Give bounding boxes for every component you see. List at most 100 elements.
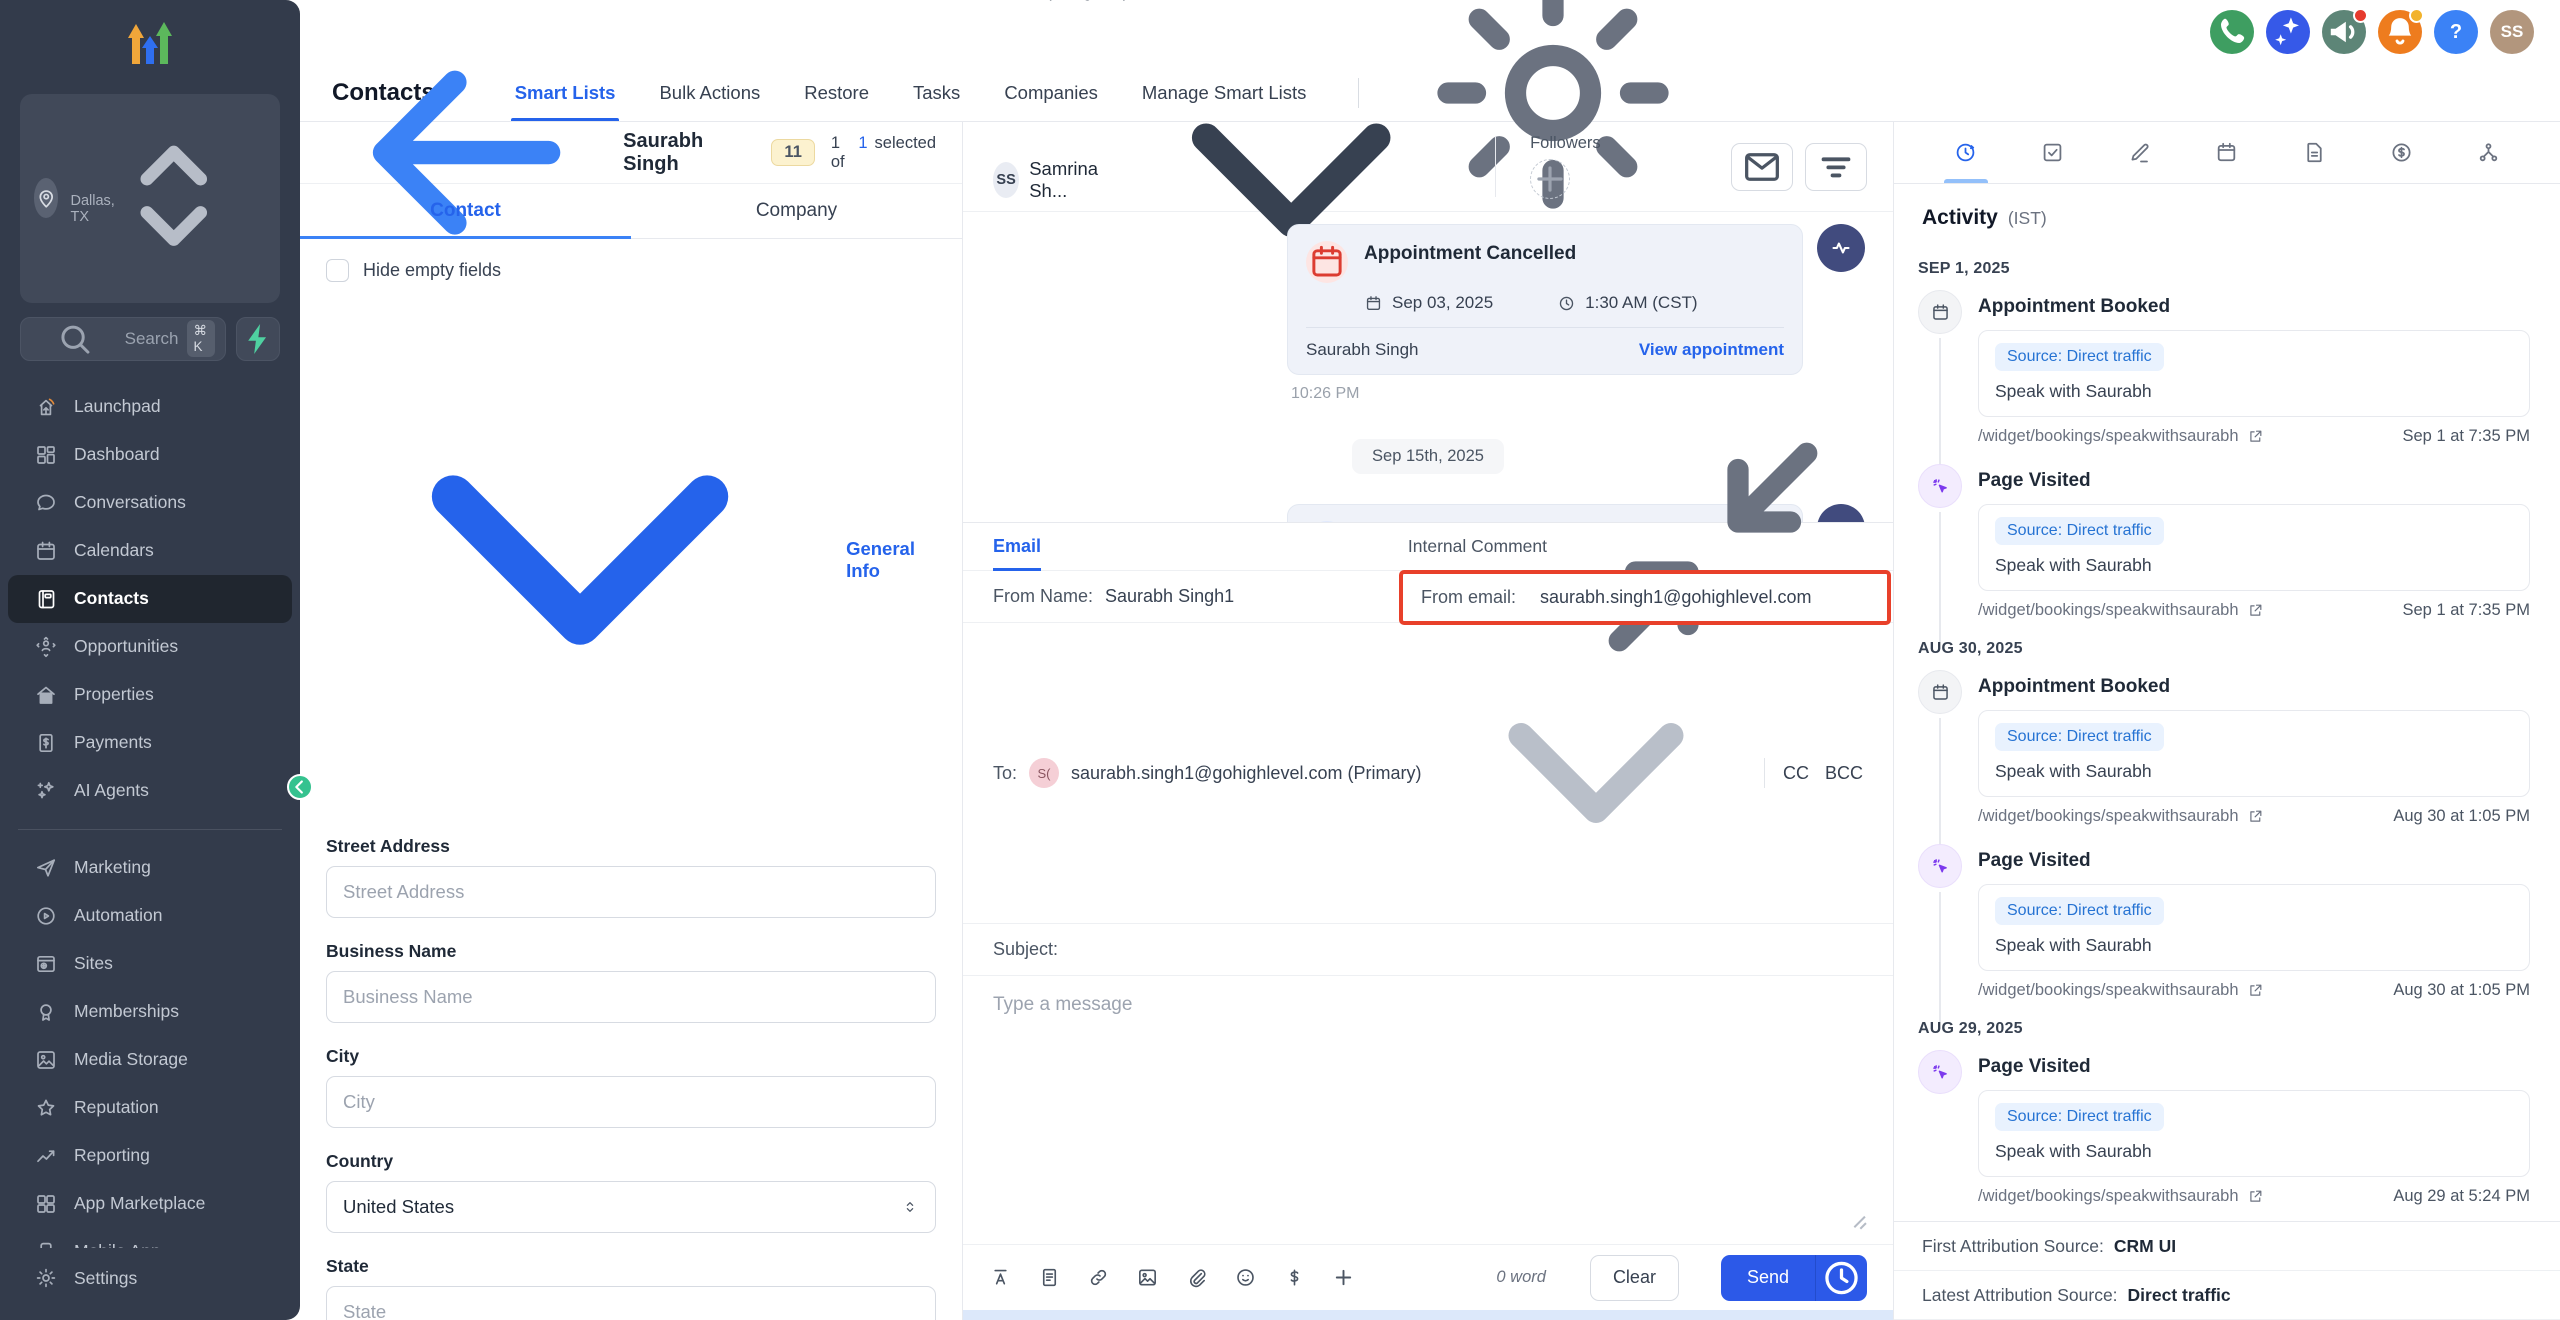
- link-icon[interactable]: [1087, 1266, 1110, 1289]
- user-avatar[interactable]: SS: [2490, 10, 2534, 54]
- format-text-icon[interactable]: [989, 1266, 1012, 1289]
- payments-tab[interactable]: [2373, 122, 2429, 183]
- documents-tab[interactable]: [2286, 122, 2342, 183]
- entry-url-link[interactable]: /widget/bookings/speakwithsaurabh: [1978, 807, 2264, 826]
- megaphone-icon[interactable]: [2322, 10, 2366, 54]
- tab-smart-lists[interactable]: Smart Lists: [515, 64, 616, 121]
- sidebar-item-dashboard[interactable]: Dashboard: [8, 431, 292, 479]
- conversations-icon: [34, 491, 58, 515]
- email-tab[interactable]: Email: [993, 523, 1041, 570]
- sidebar-collapse-button[interactable]: [287, 774, 313, 800]
- entry-url-link[interactable]: /widget/bookings/speakwithsaurabh: [1978, 601, 2264, 620]
- sidebar-item-marketing[interactable]: Marketing: [8, 844, 292, 892]
- bcc-button[interactable]: BCC: [1825, 763, 1863, 784]
- internal-comment-toggle[interactable]: Internal Comment: [1408, 536, 1547, 557]
- tab-contact[interactable]: Contact: [300, 184, 631, 238]
- sidebar-item-mobile-app[interactable]: Mobile App: [8, 1228, 292, 1248]
- tab-companies[interactable]: Companies: [1004, 64, 1098, 121]
- appointment-card[interactable]: Appointment Cancelled Sep 03, 2025 1:30 …: [1287, 224, 1803, 375]
- emoji-icon[interactable]: [1234, 1266, 1257, 1289]
- sidebar-item-calendars[interactable]: Calendars: [8, 527, 292, 575]
- phone-icon[interactable]: [2210, 10, 2254, 54]
- payment-icon[interactable]: [1283, 1266, 1306, 1289]
- source-chip: Source: Direct traffic: [1995, 517, 2164, 545]
- view-appointment-link[interactable]: View appointment: [1639, 340, 1784, 360]
- sidebar-item-sites[interactable]: Sites: [8, 940, 292, 988]
- to-value[interactable]: saurabh.singh1@gohighlevel.com (Primary): [1071, 763, 1421, 784]
- sidebar-item-ai-agents[interactable]: AI Agents: [8, 767, 292, 815]
- source-chip: Source: Direct traffic: [1995, 343, 2164, 371]
- field-input-city[interactable]: City: [326, 1076, 936, 1128]
- message-body-input[interactable]: Type a message: [963, 976, 1893, 1244]
- sidebar-item-opportunities[interactable]: Opportunities: [8, 623, 292, 671]
- compose-email-button[interactable]: [1731, 143, 1793, 191]
- contact-count-badge[interactable]: 11: [771, 139, 814, 166]
- sidebar-item-reporting[interactable]: Reporting: [8, 1132, 292, 1180]
- add-follower-button[interactable]: [1530, 159, 1570, 199]
- tab-manage-smart-lists[interactable]: Manage Smart Lists: [1142, 64, 1307, 121]
- tab-bulk-actions[interactable]: Bulk Actions: [659, 64, 760, 121]
- associations-tab[interactable]: [2460, 122, 2516, 183]
- field-select-country[interactable]: United States: [326, 1181, 936, 1233]
- clear-button[interactable]: Clear: [1590, 1255, 1679, 1301]
- sidebar-item-reputation[interactable]: Reputation: [8, 1084, 292, 1132]
- timeline-entry: Appointment Booked Source: Direct traffi…: [1916, 672, 2530, 826]
- sidebar-item-launchpad[interactable]: Launchpad: [8, 383, 292, 431]
- template-icon[interactable]: [1038, 1266, 1061, 1289]
- activity-tab[interactable]: [1938, 122, 1994, 183]
- entry-url-link[interactable]: /widget/bookings/speakwithsaurabh: [1978, 981, 2264, 1000]
- activity-heading: Activity (IST): [1894, 184, 2560, 240]
- owner-followers-row: Owner (Assign To) SS Samrina Sh... Follo…: [963, 122, 1893, 212]
- entry-title: Page Visited: [1978, 846, 2530, 872]
- entry-url-link[interactable]: /widget/bookings/speakwithsaurabh: [1978, 1187, 2264, 1206]
- field-input-state[interactable]: State: [326, 1286, 936, 1320]
- ai-sparkles-icon[interactable]: [2266, 10, 2310, 54]
- calendar-icon: [1918, 670, 1962, 714]
- subject-row[interactable]: Subject:: [963, 924, 1893, 976]
- tab-company[interactable]: Company: [631, 184, 962, 238]
- attachment-icon[interactable]: [1185, 1266, 1208, 1289]
- sidebar-item-media-storage[interactable]: Media Storage: [8, 1036, 292, 1084]
- sidebar-item-contacts[interactable]: Contacts: [8, 575, 292, 623]
- general-info-section-toggle[interactable]: General Info: [326, 306, 936, 814]
- tab-tasks[interactable]: Tasks: [913, 64, 960, 121]
- placeholder-text: Business Name: [343, 986, 473, 1008]
- cc-button[interactable]: CC: [1783, 763, 1809, 784]
- marketing-icon: [34, 856, 58, 880]
- field-input-business-name[interactable]: Business Name: [326, 971, 936, 1023]
- image-icon[interactable]: [1136, 1266, 1159, 1289]
- search-input[interactable]: Search ⌘ K: [20, 317, 226, 361]
- field-input-street-address[interactable]: Street Address: [326, 866, 936, 918]
- tasks-tab[interactable]: [2025, 122, 2081, 183]
- help-icon[interactable]: ?: [2434, 10, 2478, 54]
- sidebar-item-properties[interactable]: Properties: [8, 671, 292, 719]
- card-date: Sep 03, 2025: [1392, 293, 1493, 313]
- settings-icon: [34, 1266, 58, 1290]
- sidebar-item-app-marketplace[interactable]: App Marketplace: [8, 1180, 292, 1228]
- sidebar-item-payments[interactable]: Payments: [8, 719, 292, 767]
- resize-handle[interactable]: [1851, 1214, 1867, 1230]
- chevron-down-icon[interactable]: [1446, 623, 1746, 923]
- hide-empty-fields-toggle[interactable]: Hide empty fields: [326, 259, 936, 282]
- quick-actions-button[interactable]: [236, 317, 280, 361]
- schedule-send-button[interactable]: [1815, 1255, 1867, 1301]
- contacts-icon: [34, 587, 58, 611]
- tab-restore[interactable]: Restore: [804, 64, 869, 121]
- from-email-value[interactable]: saurabh.singh1@gohighlevel.com: [1540, 587, 1811, 608]
- sidebar-item-settings[interactable]: Settings: [8, 1254, 292, 1302]
- account-switcher[interactable]: [Do not Test ] Produ... Dallas, TX: [20, 94, 280, 303]
- contact-header: Saurabh Singh 11 1 of 1 selected: [300, 122, 962, 184]
- from-name-value[interactable]: Saurabh Singh1: [1105, 586, 1234, 607]
- filter-button[interactable]: [1805, 143, 1867, 191]
- appointments-tab[interactable]: [2199, 122, 2255, 183]
- sidebar-item-automation[interactable]: Automation: [8, 892, 292, 940]
- sidebar-item-conversations[interactable]: Conversations: [8, 479, 292, 527]
- bell-icon[interactable]: [2378, 10, 2422, 54]
- selection-status: 1 of 1 selected: [831, 134, 936, 172]
- notes-tab[interactable]: [2112, 122, 2168, 183]
- checkbox-icon[interactable]: [326, 259, 349, 282]
- plus-icon[interactable]: [1332, 1266, 1355, 1289]
- entry-url-link[interactable]: /widget/bookings/speakwithsaurabh: [1978, 427, 2264, 446]
- sidebar-item-memberships[interactable]: Memberships: [8, 988, 292, 1036]
- send-button[interactable]: Send: [1721, 1255, 1815, 1301]
